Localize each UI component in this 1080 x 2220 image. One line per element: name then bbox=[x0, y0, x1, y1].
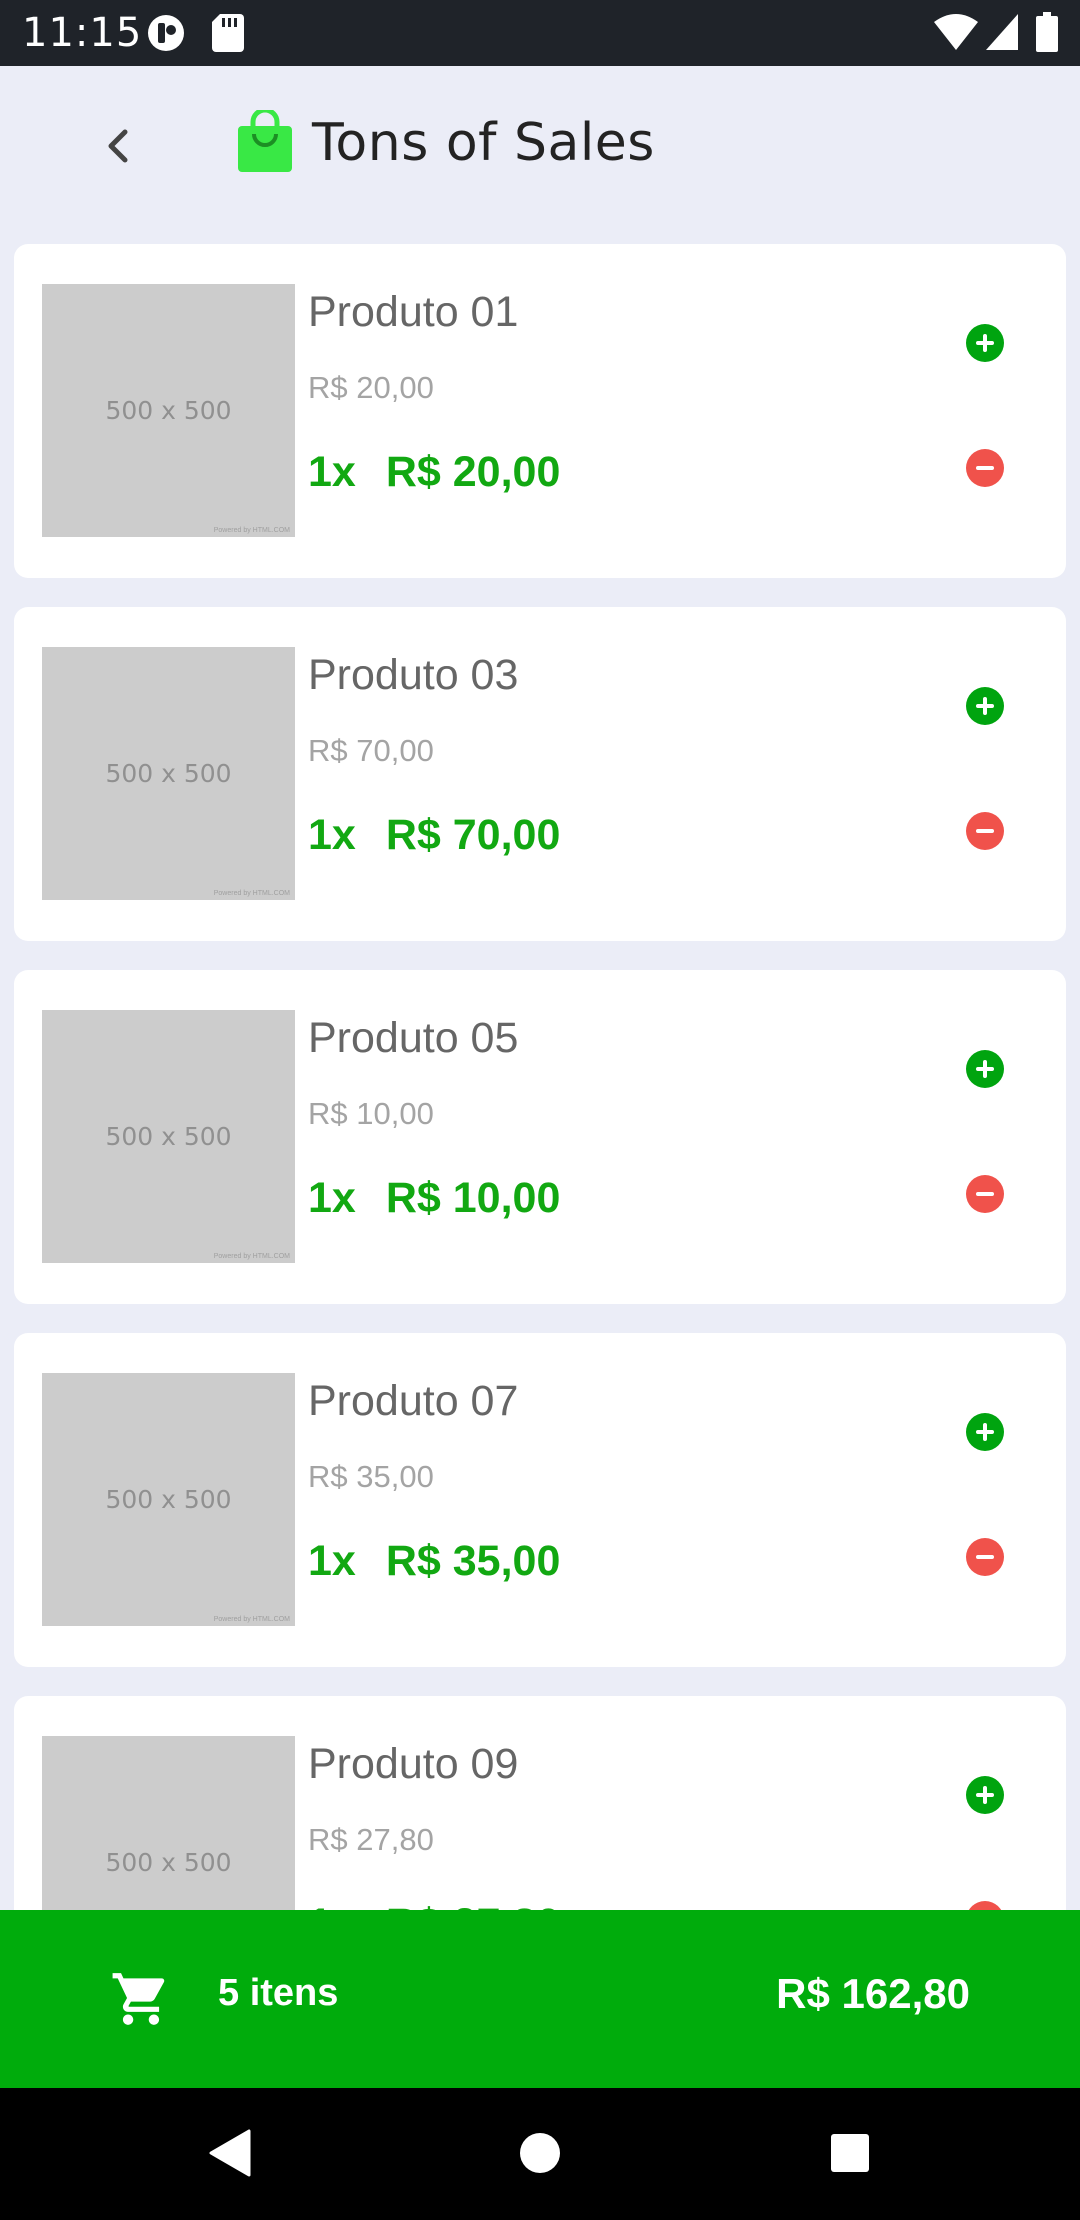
plus-icon bbox=[976, 697, 994, 715]
product-name: Produto 05 bbox=[308, 1014, 519, 1062]
cart-item: 500 x 500 Powered by HTML.COM Produto 09… bbox=[14, 1696, 1066, 1910]
image-credit: Powered by HTML.COM bbox=[213, 527, 290, 534]
image-credit: Powered by HTML.COM bbox=[213, 1253, 290, 1260]
cart-summary-bar[interactable]: 5 itens R$ 162,80 bbox=[0, 1910, 1080, 2088]
cart-item: 500 x 500 Powered by HTML.COM Produto 01… bbox=[14, 244, 1066, 578]
item-quantity: 1x bbox=[308, 448, 356, 496]
wifi-icon bbox=[934, 14, 978, 50]
product-name: Produto 07 bbox=[308, 1377, 519, 1425]
product-image: 500 x 500 Powered by HTML.COM bbox=[42, 647, 295, 900]
item-quantity: 1x bbox=[308, 1537, 356, 1585]
item-subtotal: R$ 35,00 bbox=[385, 1537, 561, 1585]
circle-home-icon bbox=[520, 2133, 560, 2173]
status-bar: 11:15 bbox=[0, 0, 1080, 66]
image-credit: Powered by HTML.COM bbox=[213, 1616, 290, 1623]
product-name: Produto 01 bbox=[308, 288, 519, 336]
square-recents-icon bbox=[831, 2134, 869, 2172]
item-subtotal: R$ 20,00 bbox=[385, 448, 561, 496]
decrease-quantity-button[interactable] bbox=[966, 449, 1004, 487]
item-subtotal: R$ 10,00 bbox=[385, 1174, 561, 1222]
decrease-quantity-button[interactable] bbox=[966, 1538, 1004, 1576]
plus-icon bbox=[976, 334, 994, 352]
cart-item: 500 x 500 Powered by HTML.COM Produto 05… bbox=[14, 970, 1066, 1304]
image-credit: Powered by HTML.COM bbox=[213, 890, 290, 897]
cart-list: 500 x 500 Powered by HTML.COM Produto 01… bbox=[0, 244, 1080, 1910]
battery-icon bbox=[1036, 12, 1058, 52]
back-button[interactable] bbox=[88, 116, 148, 176]
product-image: 500 x 500 Powered by HTML.COM bbox=[42, 1010, 295, 1263]
nav-home-button[interactable] bbox=[505, 2118, 575, 2188]
product-image-placeholder-text: 500 x 500 bbox=[105, 396, 232, 425]
item-subtotal: R$ 70,00 bbox=[385, 811, 561, 859]
app-notification-icon bbox=[148, 15, 184, 51]
decrease-quantity-button[interactable] bbox=[966, 1175, 1004, 1213]
increase-quantity-button[interactable] bbox=[966, 324, 1004, 362]
product-image: 500 x 500 Powered by HTML.COM bbox=[42, 1373, 295, 1626]
quantity-line: 1x R$ 35,00 bbox=[308, 1537, 560, 1586]
product-image: 500 x 500 Powered by HTML.COM bbox=[42, 284, 295, 537]
increase-quantity-button[interactable] bbox=[966, 1413, 1004, 1451]
quantity-line: 1x R$ 70,00 bbox=[308, 811, 560, 860]
product-unit-price: R$ 70,00 bbox=[308, 733, 434, 768]
cart-item: 500 x 500 Powered by HTML.COM Produto 03… bbox=[14, 607, 1066, 941]
product-name: Produto 03 bbox=[308, 651, 519, 699]
decrease-quantity-button[interactable] bbox=[966, 1901, 1004, 1910]
quantity-line: 1x R$ 27,80 bbox=[308, 1900, 560, 1910]
product-image-placeholder-text: 500 x 500 bbox=[105, 1485, 232, 1514]
increase-quantity-button[interactable] bbox=[966, 1776, 1004, 1814]
product-name: Produto 09 bbox=[308, 1740, 519, 1788]
product-unit-price: R$ 35,00 bbox=[308, 1459, 434, 1494]
minus-icon bbox=[976, 1555, 994, 1559]
product-image: 500 x 500 Powered by HTML.COM bbox=[42, 1736, 295, 1910]
product-image-placeholder-text: 500 x 500 bbox=[105, 1848, 232, 1877]
plus-icon bbox=[976, 1786, 994, 1804]
cart-item: 500 x 500 Powered by HTML.COM Produto 07… bbox=[14, 1333, 1066, 1667]
minus-icon bbox=[976, 829, 994, 833]
increase-quantity-button[interactable] bbox=[966, 1050, 1004, 1088]
product-unit-price: R$ 27,80 bbox=[308, 1822, 434, 1857]
item-quantity: 1x bbox=[308, 1900, 356, 1910]
minus-icon bbox=[976, 1192, 994, 1196]
sd-card-icon bbox=[212, 14, 244, 52]
chevron-left-icon bbox=[108, 129, 128, 163]
quantity-line: 1x R$ 10,00 bbox=[308, 1174, 560, 1223]
app-title: Tons of Sales bbox=[312, 113, 655, 173]
cart-total: R$ 162,80 bbox=[776, 1970, 970, 2017]
cart-icon bbox=[112, 1973, 165, 2025]
product-image-placeholder-text: 500 x 500 bbox=[105, 759, 232, 788]
product-unit-price: R$ 20,00 bbox=[308, 370, 434, 405]
nav-back-button[interactable] bbox=[194, 2118, 264, 2188]
minus-icon bbox=[976, 466, 994, 470]
item-quantity: 1x bbox=[308, 1174, 356, 1222]
product-image-placeholder-text: 500 x 500 bbox=[105, 1122, 232, 1151]
plus-icon bbox=[976, 1060, 994, 1078]
shopping-bag-icon bbox=[238, 110, 292, 172]
nav-recents-button[interactable] bbox=[815, 2118, 885, 2188]
quantity-line: 1x R$ 20,00 bbox=[308, 448, 560, 497]
item-subtotal: R$ 27,80 bbox=[386, 1900, 561, 1910]
decrease-quantity-button[interactable] bbox=[966, 812, 1004, 850]
item-quantity: 1x bbox=[308, 811, 356, 859]
cart-item-count: 5 itens bbox=[218, 1972, 339, 2014]
triangle-back-icon bbox=[209, 2129, 251, 2177]
increase-quantity-button[interactable] bbox=[966, 687, 1004, 725]
status-time: 11:15 bbox=[22, 10, 143, 56]
system-nav-bar bbox=[0, 2088, 1080, 2220]
product-unit-price: R$ 10,00 bbox=[308, 1096, 434, 1131]
plus-icon bbox=[976, 1423, 994, 1441]
signal-icon bbox=[986, 14, 1018, 50]
app-header: Tons of Sales bbox=[0, 66, 1080, 244]
